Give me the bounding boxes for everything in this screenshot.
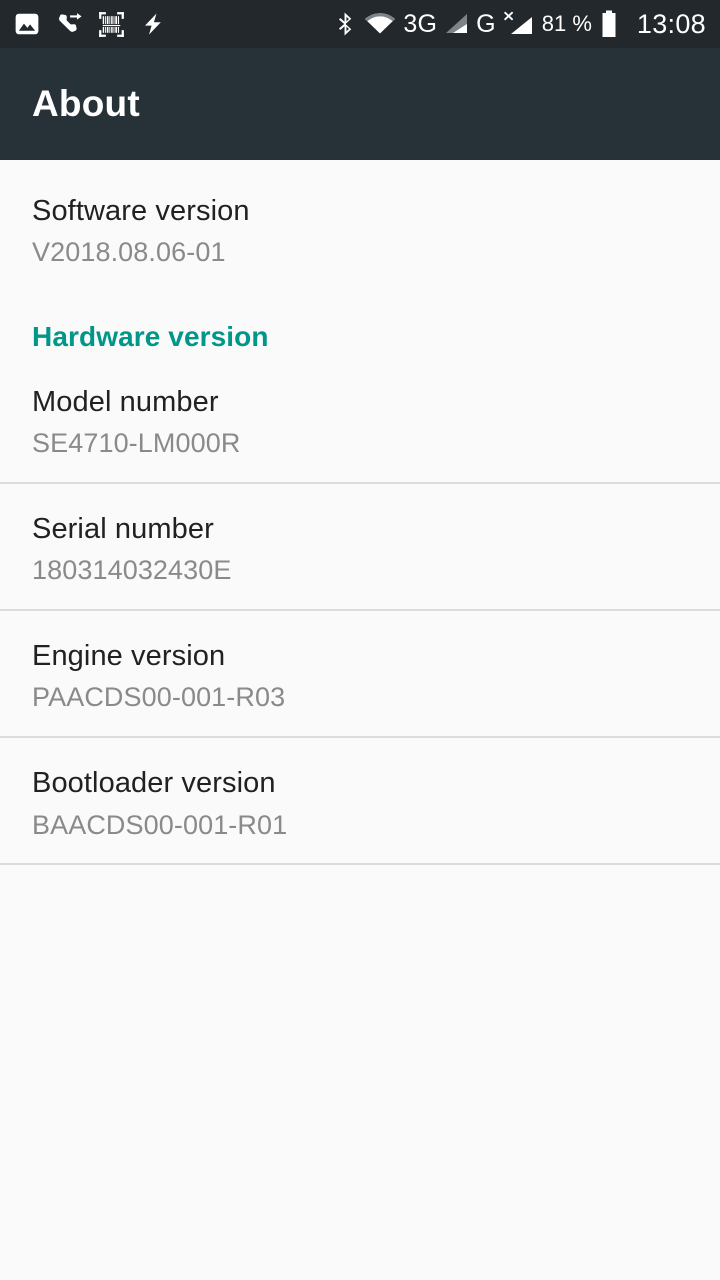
network-type-g: G — [476, 9, 496, 38]
barcode-scanner-icon — [98, 11, 125, 38]
list-item-summary: PAACDS00-001-R03 — [32, 682, 286, 713]
network-type-3g: 3G — [403, 9, 438, 38]
list-divider — [0, 863, 720, 866]
section-header-label: Hardware version — [32, 321, 269, 353]
list-item-software-version[interactable]: Software version V2018.08.06-01 — [0, 160, 720, 291]
list-item-serial-number[interactable]: Serial number 180314032430E — [0, 484, 720, 609]
list-item-title: Software version — [32, 195, 250, 227]
list-item-title: Model number — [32, 386, 219, 419]
signal-bars-no-service-icon — [503, 11, 535, 37]
list-item-engine-version[interactable]: Engine version PAACDS00-001-R03 — [0, 611, 720, 736]
battery-percent-label: 81 % — [541, 11, 592, 36]
settings-list: Software version V2018.08.06-01 Hardware… — [0, 160, 720, 1280]
signal-bars-icon-1 — [444, 12, 469, 36]
list-item-summary: SE4710-LM000R — [32, 428, 241, 459]
call-forward-icon — [56, 11, 82, 37]
wifi-icon — [364, 12, 396, 36]
page-title: About — [32, 83, 140, 124]
status-bar-right-icons: 3G G 81 % 13:08 — [334, 9, 706, 40]
flash-icon — [141, 11, 165, 37]
list-item-model-number[interactable]: Model number SE4710-LM000R — [0, 357, 720, 482]
list-item-summary: V2018.08.06-01 — [32, 237, 226, 268]
section-header-hardware-version: Hardware version — [0, 291, 720, 357]
status-bar[interactable]: 3G G 81 % 13:08 — [0, 0, 720, 48]
status-bar-left-icons — [14, 11, 165, 38]
status-bar-clock: 13:08 — [636, 8, 706, 39]
bluetooth-icon — [334, 10, 357, 38]
list-item-bootloader-version[interactable]: Bootloader version BAACDS00-001-R01 — [0, 738, 720, 863]
list-item-title: Serial number — [32, 513, 214, 546]
list-item-summary: 180314032430E — [32, 555, 232, 586]
photo-icon — [14, 11, 40, 37]
battery-icon — [601, 10, 617, 38]
list-item-title: Bootloader version — [32, 767, 276, 800]
app-bar: About — [0, 48, 720, 160]
list-item-summary: BAACDS00-001-R01 — [32, 809, 288, 840]
list-item-title: Engine version — [32, 640, 226, 673]
